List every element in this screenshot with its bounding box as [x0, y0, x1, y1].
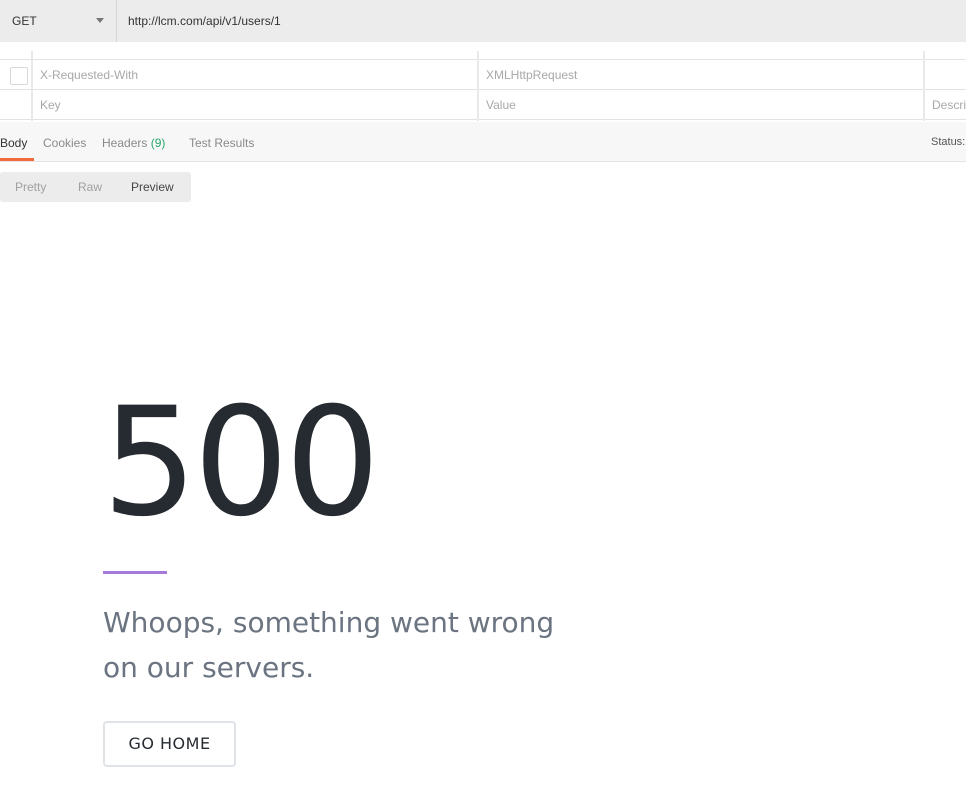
error-message: Whoops, something went wrong on our serv… — [103, 600, 573, 690]
header-value[interactable]: XMLHttpRequest — [486, 60, 916, 90]
response-tabs: Body Cookies Headers (9) Test Results St… — [0, 122, 966, 162]
row-checkbox[interactable] — [10, 67, 28, 85]
accent-divider — [103, 571, 167, 574]
headers-count-badge: (9) — [150, 136, 166, 150]
new-value-placeholder[interactable]: Value — [486, 90, 916, 120]
status-label: Status: — [931, 136, 966, 148]
tab-cookies[interactable]: Cookies — [43, 136, 86, 150]
column-divider — [923, 51, 925, 121]
header-description[interactable] — [932, 60, 966, 90]
new-key-placeholder[interactable]: Key — [40, 90, 470, 120]
caret-down-icon — [96, 18, 104, 23]
postman-window: GET X-Requested-With XMLHttpRequest Key … — [0, 0, 966, 803]
view-pretty-button[interactable]: Pretty — [15, 180, 46, 194]
tab-test-results[interactable]: Test Results — [189, 136, 254, 150]
view-raw-button[interactable]: Raw — [78, 180, 102, 194]
view-mode-switch: Pretty Raw Preview — [0, 172, 191, 202]
table-row-new: Key Value Descri — [0, 90, 966, 120]
error-message-line: Whoops, something went wrong — [103, 606, 555, 639]
error-message-line: on our servers. — [103, 651, 315, 684]
view-preview-button[interactable]: Preview — [131, 180, 174, 194]
go-home-button[interactable]: GO HOME — [103, 721, 236, 767]
active-tab-indicator — [0, 158, 34, 161]
url-input[interactable] — [117, 0, 966, 42]
method-label: GET — [12, 14, 37, 28]
new-description-placeholder[interactable]: Descri — [932, 90, 966, 120]
method-select[interactable]: GET — [0, 0, 117, 42]
error-code: 500 — [102, 376, 380, 550]
header-key[interactable]: X-Requested-With — [40, 60, 470, 90]
tab-headers[interactable]: Headers (9) — [102, 136, 165, 150]
table-row-stub — [0, 51, 966, 60]
headers-table: X-Requested-With XMLHttpRequest Key Valu… — [0, 51, 966, 121]
column-divider — [477, 51, 479, 121]
request-bar: GET — [0, 0, 966, 42]
table-row: X-Requested-With XMLHttpRequest — [0, 60, 966, 90]
tab-body[interactable]: Body — [0, 136, 27, 150]
tab-headers-label: Headers — [102, 136, 148, 150]
column-divider — [31, 51, 33, 121]
